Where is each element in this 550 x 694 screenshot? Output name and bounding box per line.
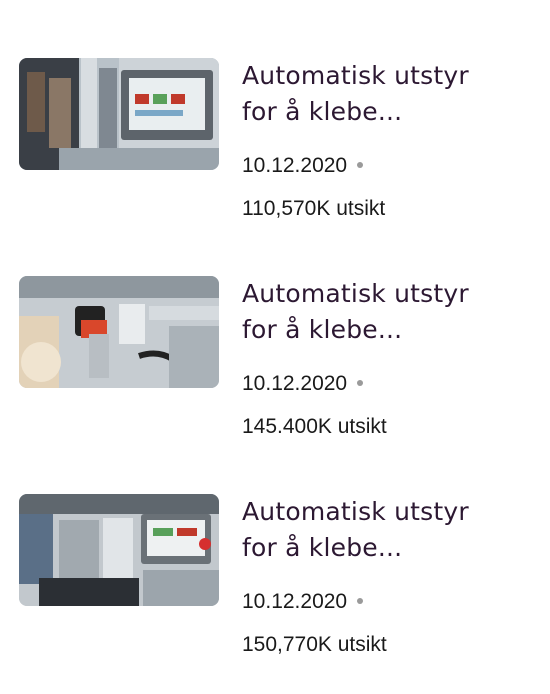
video-title[interactable]: Automatisk utstyr for å klebe... [242,494,532,566]
labeling-machine-thumbnail-icon [19,276,219,388]
video-meta: 10.12.2020 [242,152,532,180]
labeling-machine-thumbnail-icon [19,494,219,606]
video-thumbnail[interactable] [19,58,219,170]
video-title[interactable]: Automatisk utstyr for å klebe... [242,276,532,348]
video-list-item[interactable]: Automatisk utstyr for å klebe... 10.12.2… [0,58,550,258]
video-thumbnail[interactable] [19,276,219,388]
video-title-line: for å klebe... [242,533,403,562]
separator-dot-icon [357,598,364,604]
video-views: 110,570K utsikt [242,197,386,220]
video-list-item[interactable]: Automatisk utstyr for å klebe... 10.12.2… [0,494,550,694]
video-title-line: for å klebe... [242,315,403,344]
video-date: 10.12.2020 [242,154,348,177]
video-date: 10.12.2020 [242,590,348,613]
video-meta: 10.12.2020 [242,370,532,398]
video-title[interactable]: Automatisk utstyr for å klebe... [242,58,532,130]
video-date: 10.12.2020 [242,372,348,395]
separator-dot-icon [357,162,364,168]
video-title-line: Automatisk utstyr [242,279,469,308]
video-title-line: for å klebe... [242,97,403,126]
video-title-line: Automatisk utstyr [242,61,469,90]
video-thumbnail[interactable] [19,494,219,606]
video-title-line: Automatisk utstyr [242,497,469,526]
video-views: 150,770K utsikt [242,633,387,656]
video-views: 145.400K utsikt [242,415,387,438]
video-list-item[interactable]: Automatisk utstyr for å klebe... 10.12.2… [0,276,550,476]
separator-dot-icon [357,380,364,386]
labeling-machine-thumbnail-icon [19,58,219,170]
video-meta: 10.12.2020 [242,588,532,616]
